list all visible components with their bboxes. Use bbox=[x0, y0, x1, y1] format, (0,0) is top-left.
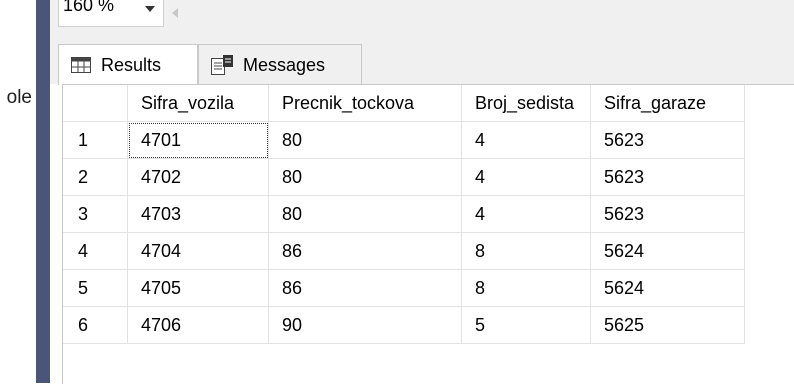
column-header[interactable]: Sifra_garaze bbox=[590, 85, 745, 122]
row-number[interactable]: 2 bbox=[63, 158, 128, 196]
header-row: Sifra_vozila Precnik_tockova Broj_sedist… bbox=[63, 85, 745, 122]
table-cell[interactable]: 5625 bbox=[590, 306, 745, 344]
table-cell[interactable]: 4705 bbox=[127, 269, 269, 307]
results-table: Sifra_vozila Precnik_tockova Broj_sedist… bbox=[63, 85, 745, 344]
results-pane: 160 % Results Messages Sifra_vozila Prec… bbox=[50, 0, 794, 384]
table-cell[interactable]: 4702 bbox=[127, 158, 269, 196]
zoom-select[interactable]: 160 % bbox=[58, 0, 164, 27]
table-cell[interactable]: 86 bbox=[268, 269, 462, 307]
table-cell[interactable]: 8 bbox=[461, 269, 591, 307]
column-header[interactable]: Precnik_tockova bbox=[268, 85, 462, 122]
table-cell[interactable]: 80 bbox=[268, 158, 462, 196]
table-cell[interactable]: 4 bbox=[461, 121, 591, 159]
chevron-down-icon[interactable] bbox=[145, 6, 155, 12]
grid-icon bbox=[71, 57, 91, 73]
table-cell[interactable]: 5623 bbox=[590, 158, 745, 196]
results-grid[interactable]: Sifra_vozila Precnik_tockova Broj_sedist… bbox=[62, 84, 794, 384]
table-cell[interactable]: 86 bbox=[268, 232, 462, 270]
tab-messages[interactable]: Messages bbox=[198, 44, 362, 86]
table-row[interactable]: 5 4705 86 8 5624 bbox=[63, 269, 745, 307]
table-row[interactable]: 4 4704 86 8 5624 bbox=[63, 232, 745, 270]
table-cell[interactable]: 5624 bbox=[590, 269, 745, 307]
table-cell[interactable]: 90 bbox=[268, 306, 462, 344]
table-cell[interactable]: 5 bbox=[461, 306, 591, 344]
table-cell[interactable]: 5624 bbox=[590, 232, 745, 270]
row-number[interactable]: 1 bbox=[63, 121, 128, 159]
table-row[interactable]: 6 4706 90 5 5625 bbox=[63, 306, 745, 344]
row-number[interactable]: 5 bbox=[63, 269, 128, 307]
table-cell[interactable]: 4703 bbox=[127, 195, 269, 233]
table-cell[interactable]: 4 bbox=[461, 158, 591, 196]
column-header[interactable]: Sifra_vozila bbox=[127, 85, 269, 122]
table-cell[interactable]: 8 bbox=[461, 232, 591, 270]
table-row[interactable]: 3 4703 80 4 5623 bbox=[63, 195, 745, 233]
column-header[interactable]: Broj_sedista bbox=[461, 85, 591, 122]
table-cell[interactable]: 4704 bbox=[127, 232, 269, 270]
table-cell[interactable]: 4706 bbox=[127, 306, 269, 344]
row-number[interactable]: 6 bbox=[63, 306, 128, 344]
table-cell[interactable]: 80 bbox=[268, 195, 462, 233]
table-cell[interactable]: 80 bbox=[268, 121, 462, 159]
editor-text-fragment: ole bbox=[6, 87, 32, 108]
zoom-bar: 160 % bbox=[50, 0, 794, 31]
tab-messages-label: Messages bbox=[243, 54, 326, 75]
table-cell[interactable]: 5623 bbox=[590, 121, 745, 159]
row-number[interactable]: 4 bbox=[63, 232, 128, 270]
table-row[interactable]: 2 4702 80 4 5623 bbox=[63, 158, 745, 196]
row-number[interactable]: 3 bbox=[63, 195, 128, 233]
column-header-rownum[interactable] bbox=[63, 85, 128, 122]
result-tabs: Results Messages bbox=[50, 30, 794, 86]
table-cell[interactable]: 5623 bbox=[590, 195, 745, 233]
tab-results[interactable]: Results bbox=[58, 44, 198, 85]
table-cell[interactable]: 4701 bbox=[127, 121, 269, 159]
tab-results-label: Results bbox=[101, 54, 162, 75]
table-row[interactable]: 1 4701 80 4 5623 bbox=[63, 121, 745, 159]
scroll-left-icon[interactable] bbox=[172, 8, 178, 18]
table-cell[interactable]: 4 bbox=[461, 195, 591, 233]
zoom-value: 160 % bbox=[63, 0, 115, 15]
messages-icon bbox=[211, 55, 233, 75]
pane-splitter[interactable] bbox=[36, 0, 50, 383]
